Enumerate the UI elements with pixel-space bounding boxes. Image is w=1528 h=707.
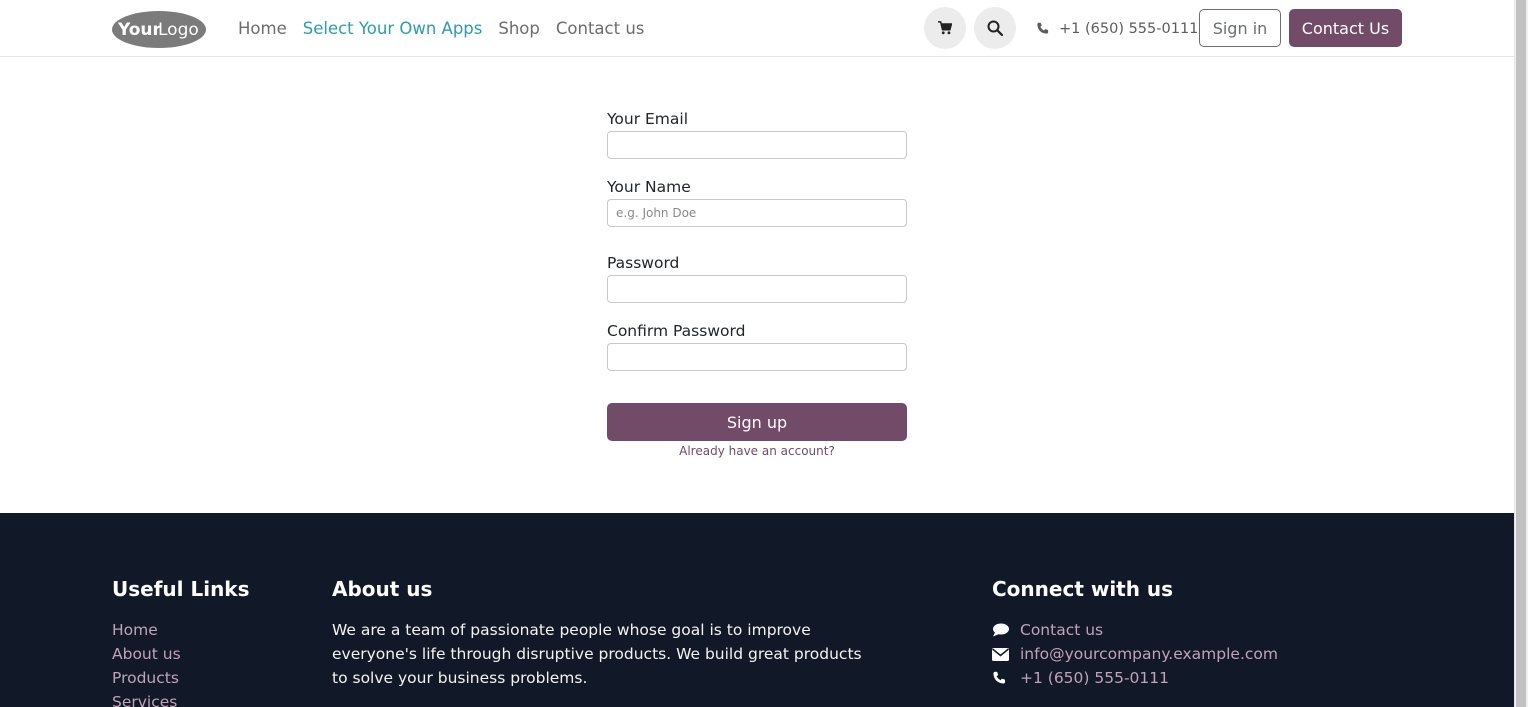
list-item: Services	[112, 690, 181, 707]
password-field[interactable]	[607, 275, 907, 303]
contact-us-button[interactable]: Contact Us	[1289, 9, 1402, 47]
useful-links-list: Home About us Products Services	[112, 618, 181, 707]
logo-icon: Your Logo	[112, 11, 206, 48]
svg-text:Your: Your	[117, 20, 162, 40]
list-item: About us	[112, 642, 181, 666]
header-phone-number: +1 (650) 555-0111	[1059, 20, 1199, 37]
footer-link-home[interactable]: Home	[112, 621, 158, 639]
envelope-icon	[992, 647, 1020, 661]
comment-icon	[992, 623, 1020, 637]
header-phone[interactable]: +1 (650) 555-0111	[1036, 0, 1198, 57]
phone-icon	[992, 671, 1020, 685]
name-field[interactable]	[607, 199, 907, 227]
connect-email-link[interactable]: info@yourcompany.example.com	[1020, 642, 1278, 666]
connect-list: Contact us info@yourcompany.example.com …	[992, 618, 1278, 690]
site-header: Your Logo Home Select Your Own Apps Shop…	[0, 0, 1514, 57]
confirm-password-field[interactable]	[607, 343, 907, 371]
search-button[interactable]	[974, 7, 1016, 49]
connect-title: Connect with us	[992, 577, 1174, 601]
list-item: info@yourcompany.example.com	[992, 642, 1278, 666]
footer-link-products[interactable]: Products	[112, 669, 179, 687]
list-item: +1 (650) 555-0111	[992, 666, 1278, 690]
email-label: Your Email	[607, 110, 689, 128]
scrollbar-thumb[interactable]	[1516, 0, 1526, 707]
logo[interactable]: Your Logo	[112, 11, 206, 48]
footer-link-services[interactable]: Services	[112, 693, 177, 707]
about-us-title: About us	[332, 577, 433, 601]
main-nav: Home Select Your Own Apps Shop Contact u…	[238, 0, 644, 57]
password-label: Password	[607, 254, 680, 272]
sign-in-button[interactable]: Sign in	[1199, 9, 1281, 47]
nav-contact-us[interactable]: Contact us	[556, 19, 645, 38]
about-us-text: We are a team of passionate people whose…	[332, 621, 862, 687]
list-item: Products	[112, 666, 181, 690]
confirm-password-label: Confirm Password	[607, 322, 746, 340]
search-icon	[987, 20, 1003, 36]
sign-up-button[interactable]: Sign up	[607, 403, 907, 441]
connect-contact-us-link[interactable]: Contact us	[1020, 618, 1103, 642]
list-item: Contact us	[992, 618, 1278, 642]
list-item: Home	[112, 618, 181, 642]
nav-select-your-own-apps[interactable]: Select Your Own Apps	[303, 19, 483, 38]
nav-home[interactable]: Home	[238, 19, 287, 38]
svg-text:Logo: Logo	[158, 20, 199, 40]
useful-links-title: Useful Links	[112, 577, 250, 601]
phone-icon	[1037, 22, 1049, 34]
connect-phone-link[interactable]: +1 (650) 555-0111	[1020, 666, 1169, 690]
cart-button[interactable]	[924, 7, 966, 49]
site-footer: Useful Links Home About us Products Serv…	[0, 513, 1514, 707]
nav-shop[interactable]: Shop	[498, 19, 540, 38]
name-label: Your Name	[607, 178, 691, 196]
email-field[interactable]	[607, 131, 907, 159]
already-have-account-link[interactable]: Already have an account?	[607, 444, 907, 458]
cart-icon	[938, 21, 952, 35]
footer-link-about-us[interactable]: About us	[112, 645, 181, 663]
scrollbar[interactable]	[1514, 0, 1528, 707]
